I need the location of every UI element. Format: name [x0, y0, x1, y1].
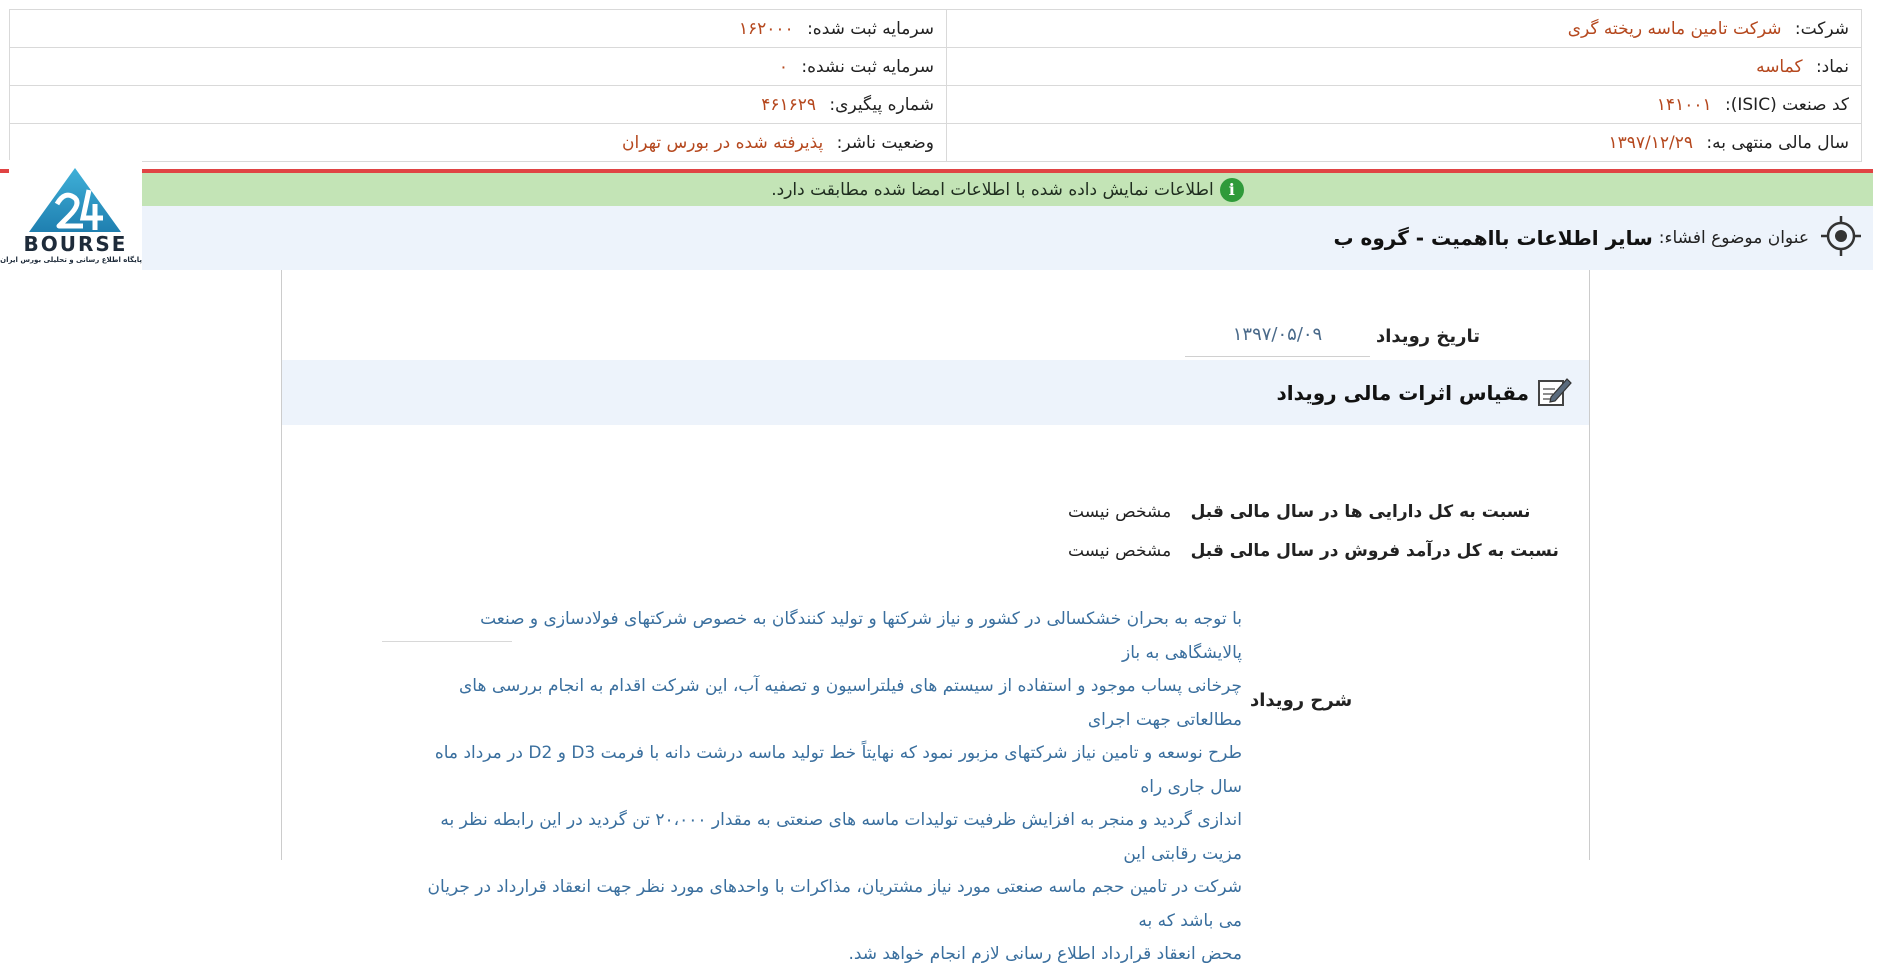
publisher-status-cell: وضعیت ناشر: پذیرفته شده در بورس تهران — [9, 123, 947, 162]
event-date-row: تاریخ رویداد ۱۳۹۷/۰۵/۰۹ — [1060, 320, 1480, 358]
logo-tagline: پایگاه اطلاع رسانی و تحلیلی بورس ایران — [0, 256, 142, 264]
ratio-assets-row: نسبت به کل دارایی ها در سال مالی قبل مشخ… — [1068, 502, 1530, 522]
info-row: شرکت: شرکت تامین ماسه ریخته گری سرمایه ث… — [9, 9, 1862, 48]
unregistered-capital-label: سرمایه ثبت نشده: — [801, 56, 934, 77]
ratio-sales-label: نسبت به کل درآمد فروش در سال مالی قبل — [1190, 541, 1559, 561]
registered-capital-cell: سرمایه ثبت شده: ۱۶۲۰۰۰ — [9, 9, 947, 48]
ratio-assets-label: نسبت به کل دارایی ها در سال مالی قبل — [1190, 502, 1531, 522]
info-row: سال مالی منتهی به: ۱۳۹۷/۱۲/۲۹ وضعیت ناشر… — [9, 123, 1862, 162]
isic-label: کد صنعت (ISIC): — [1725, 94, 1849, 115]
fiscal-year-label: سال مالی منتهی به: — [1706, 132, 1849, 153]
tracking-label: شماره پیگیری: — [829, 94, 934, 115]
company-label: شرکت: — [1794, 18, 1849, 39]
description-line: محض انعقاد قرارداد اطلاع رسانی لازم انجا… — [848, 944, 1242, 964]
bourse-logo-mark-icon — [29, 168, 121, 232]
fiscal-year-value: ۱۳۹۷/۱۲/۲۹ — [1608, 132, 1694, 153]
event-date-label: تاریخ رویداد — [1376, 326, 1480, 347]
ratio-sales-row: نسبت به کل درآمد فروش در سال مالی قبل مش… — [1068, 541, 1559, 561]
publisher-status-value: پذیرفته شده در بورس تهران — [622, 132, 824, 153]
financial-impact-header: مقیاس اثرات مالی رویداد — [282, 360, 1589, 425]
subject-label: عنوان موضوع افشاء: — [1658, 228, 1809, 248]
description-line: اندازی گردید و منجر به افزایش ظرفیت تولی… — [440, 810, 1242, 864]
impact-title: مقیاس اثرات مالی رویداد — [1276, 380, 1529, 405]
unregistered-capital-cell: سرمایه ثبت نشده: ۰ — [9, 47, 947, 86]
fiscal-year-cell: سال مالی منتهی به: ۱۳۹۷/۱۲/۲۹ — [946, 123, 1862, 162]
event-details-panel: تاریخ رویداد ۱۳۹۷/۰۵/۰۹ مقیاس اثرات مالی… — [281, 270, 1590, 964]
info-row: کد صنعت (ISIC): ۱۴۱۰۰۱ شماره پیگیری: ۴۶۱… — [9, 85, 1862, 124]
signature-match-notice: i اطلاعات نمایش داده شده با اطلاعات امضا… — [142, 173, 1873, 206]
company-cell: شرکت: شرکت تامین ماسه ریخته گری — [946, 9, 1862, 48]
subject-value: سایر اطلاعات بااهمیت - گروه ب — [1333, 226, 1653, 250]
ratio-sales-value: مشخص نیست — [1068, 541, 1172, 561]
isic-cell: کد صنعت (ISIC): ۱۴۱۰۰۱ — [946, 85, 1862, 124]
description-line: طرح نوسعه و تامین نیاز شرکتهای مزبور نمو… — [434, 743, 1242, 797]
isic-value: ۱۴۱۰۰۱ — [1656, 94, 1712, 115]
edit-note-icon — [1537, 375, 1573, 411]
bourse-logo[interactable]: BOURSE پایگاه اطلاع رسانی و تحلیلی بورس … — [0, 160, 142, 270]
symbol-cell: نماد: کماسه — [946, 47, 1862, 86]
publisher-status-label: وضعیت ناشر: — [836, 132, 934, 153]
notice-text: اطلاعات نمایش داده شده با اطلاعات امضا ش… — [771, 179, 1214, 200]
registered-capital-value: ۱۶۲۰۰۰ — [738, 18, 794, 39]
disclosure-subject-bar: عنوان موضوع افشاء: سایر اطلاعات بااهمیت … — [142, 206, 1873, 270]
unregistered-capital-value: ۰ — [778, 56, 789, 77]
target-icon — [1819, 214, 1863, 262]
logo-wordmark: BOURSE — [23, 232, 128, 256]
description-line: چرخانی پساب موجود و استفاده از سیستم های… — [459, 676, 1242, 730]
event-date-value: ۱۳۹۷/۰۵/۰۹ — [1185, 320, 1370, 357]
symbol-value: کماسه — [1756, 56, 1803, 77]
tracking-value: ۴۶۱۶۲۹ — [761, 94, 817, 115]
tracking-cell: شماره پیگیری: ۴۶۱۶۲۹ — [9, 85, 947, 124]
description-line: با توجه به بحران خشکسالی در کشور و نیاز … — [480, 609, 1242, 663]
description-label: شرح رویداد — [1250, 690, 1353, 711]
symbol-label: نماد: — [1815, 56, 1849, 77]
description-line: شرکت در تامین حجم ماسه صنعتی مورد نیاز م… — [427, 877, 1242, 931]
company-info-table: شرکت: شرکت تامین ماسه ریخته گری سرمایه ث… — [9, 9, 1862, 162]
info-icon: i — [1219, 177, 1244, 202]
registered-capital-label: سرمایه ثبت شده: — [807, 18, 934, 39]
company-name: شرکت تامین ماسه ریخته گری — [1567, 18, 1782, 39]
event-description: با توجه به بحران خشکسالی در کشور و نیاز … — [402, 603, 1242, 972]
ratio-assets-value: مشخص نیست — [1068, 502, 1172, 522]
info-row: نماد: کماسه سرمایه ثبت نشده: ۰ — [9, 47, 1862, 86]
